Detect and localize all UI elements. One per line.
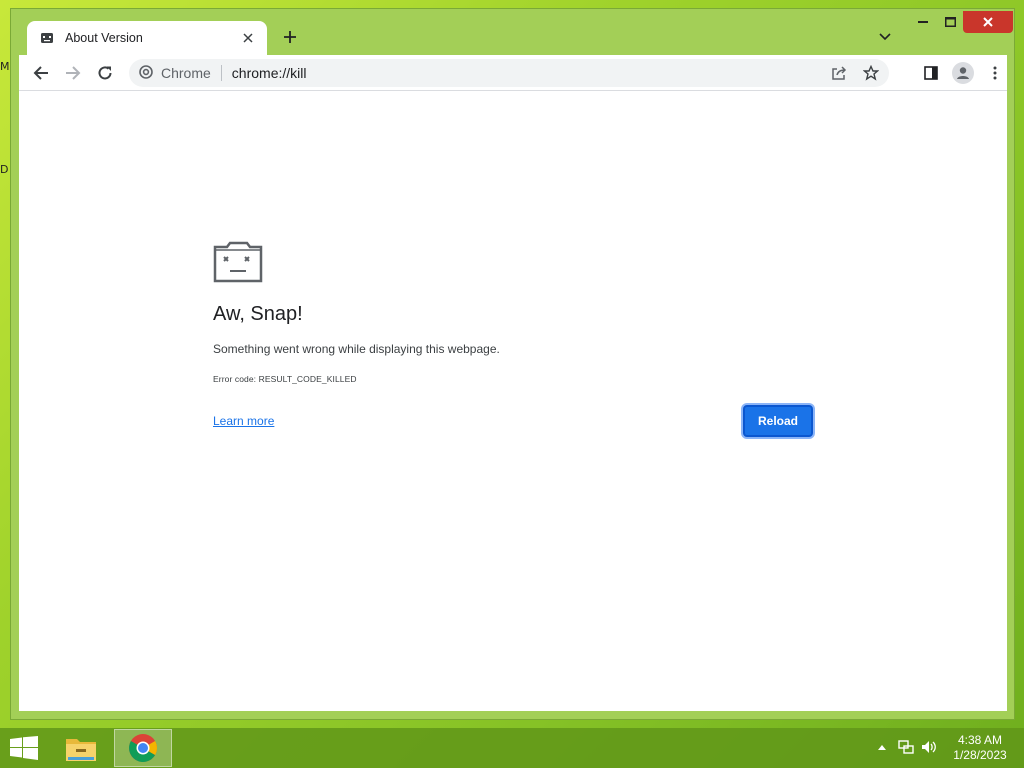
reload-icon[interactable]	[93, 61, 117, 85]
maximize-button[interactable]	[936, 11, 964, 33]
divider	[220, 65, 222, 81]
window-close-button[interactable]	[963, 11, 1013, 33]
tab-title: About Version	[65, 31, 143, 45]
browser-toolbar: Chrome chrome://kill	[19, 55, 1007, 91]
chrome-icon	[139, 64, 153, 82]
profile-avatar-icon[interactable]	[951, 61, 975, 85]
file-explorer-taskbar-icon[interactable]	[52, 729, 110, 767]
error-title: Aw, Snap!	[213, 303, 303, 325]
chevron-down-icon[interactable]	[875, 27, 895, 47]
clock-time: 4:38 AM	[957, 733, 1003, 747]
sad-tab-icon	[39, 30, 55, 46]
star-icon[interactable]	[861, 63, 881, 83]
system-clock[interactable]: 4:38 AM 1/28/2023	[946, 733, 1014, 763]
sad-tab-icon	[213, 241, 263, 283]
volume-icon[interactable]	[920, 738, 938, 756]
chevron-up-icon[interactable]	[873, 738, 891, 756]
side-panel-icon[interactable]	[919, 61, 943, 85]
back-button[interactable]	[29, 61, 53, 85]
share-icon[interactable]	[829, 63, 849, 83]
browser-tab[interactable]: About Version	[27, 21, 267, 55]
error-code: Error code: RESULT_CODE_KILLED	[213, 374, 357, 384]
url-text[interactable]: chrome://kill	[232, 65, 307, 81]
forward-button[interactable]	[61, 61, 85, 85]
reload-button[interactable]: Reload	[743, 405, 813, 437]
clock-date: 1/28/2023	[953, 748, 1007, 762]
taskbar: 4:38 AM 1/28/2023	[0, 728, 1024, 768]
new-tab-button[interactable]	[279, 26, 301, 48]
page-content: Aw, Snap! Something went wrong while dis…	[19, 91, 1007, 711]
address-bar[interactable]: Chrome chrome://kill	[129, 59, 889, 87]
error-message: Something went wrong while displaying th…	[213, 342, 500, 356]
start-button[interactable]	[8, 734, 40, 762]
menu-icon[interactable]	[983, 61, 1007, 85]
browser-window: About Version Chrome chrome://kill Aw, S…	[10, 8, 1015, 720]
chrome-taskbar-icon[interactable]	[114, 729, 172, 767]
minimize-button[interactable]	[909, 11, 937, 33]
omnibox-actions	[829, 63, 881, 83]
title-bar: About Version	[11, 9, 1014, 55]
site-chip-label: Chrome	[161, 65, 211, 81]
learn-more-link[interactable]: Learn more	[213, 414, 274, 428]
site-chip[interactable]: Chrome	[139, 64, 211, 82]
close-icon[interactable]	[239, 29, 257, 47]
network-icon[interactable]	[897, 738, 915, 756]
